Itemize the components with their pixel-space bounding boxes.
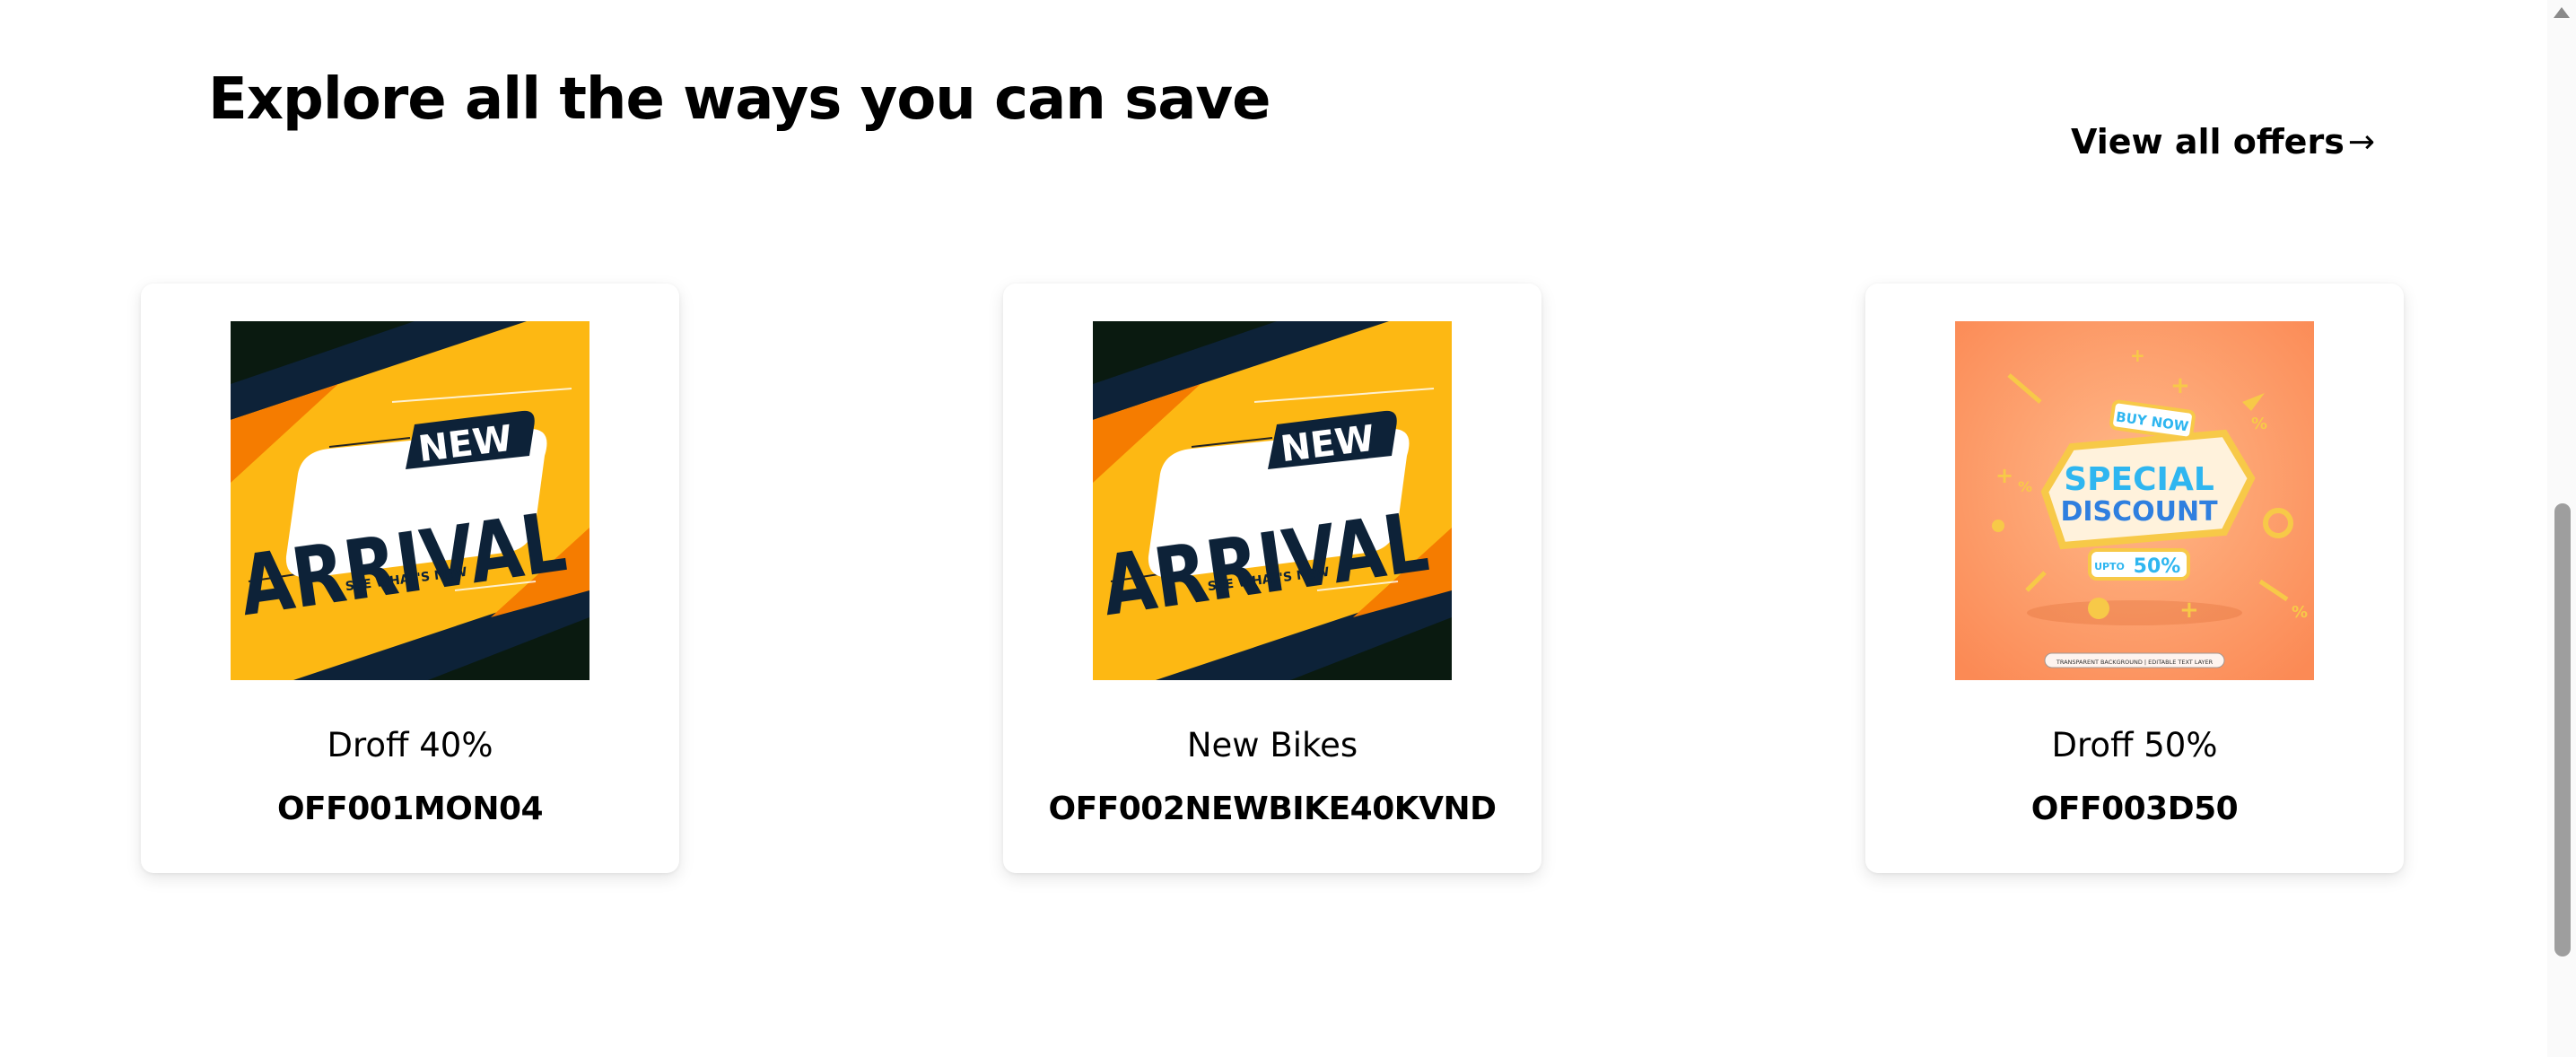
offer-image: NEW ARRIVAL SEE WHAT'S NEW <box>1093 321 1452 680</box>
new-arrival-banner-image: NEW ARRIVAL SEE WHAT'S NEW <box>1093 321 1452 680</box>
svg-text:TRANSPARENT BACKGROUND | EDITA: TRANSPARENT BACKGROUND | EDITABLE TEXT L… <box>2056 659 2214 666</box>
svg-text:UPTO: UPTO <box>2094 561 2125 572</box>
scroll-up-arrow-icon[interactable] <box>2554 7 2570 18</box>
section-title: Explore all the ways you can save <box>208 66 1271 133</box>
view-all-offers-link[interactable]: View all offers → <box>2071 122 2375 162</box>
offer-name: New Bikes <box>1186 726 1358 764</box>
offer-card[interactable]: NEW ARRIVAL SEE WHAT'S NEW Droff 40% OFF… <box>141 284 679 873</box>
svg-text:%: % <box>2251 415 2267 433</box>
arrow-right-icon: → <box>2347 123 2375 161</box>
offer-image: BUY NOW SPECIAL DISCOUNT UPTO 50% + + + … <box>1955 321 2314 680</box>
svg-text:%: % <box>2018 478 2032 495</box>
offer-name: Droff 50% <box>2051 726 2218 764</box>
offer-card[interactable]: BUY NOW SPECIAL DISCOUNT UPTO 50% + + + … <box>1865 284 2404 873</box>
svg-text:DISCOUNT: DISCOUNT <box>2060 496 2218 528</box>
svg-text:+: + <box>2179 597 2199 624</box>
svg-text:%: % <box>2292 603 2308 622</box>
offers-page: Explore all the ways you can save View a… <box>0 0 2576 1057</box>
offer-image: NEW ARRIVAL SEE WHAT'S NEW <box>231 321 589 680</box>
vertical-scrollbar[interactable] <box>2547 0 2576 1057</box>
offer-code: OFF001MON04 <box>276 791 544 827</box>
svg-text:+: + <box>2130 345 2145 366</box>
svg-text:+: + <box>1995 463 2013 488</box>
offer-code: OFF002NEWBIKE40KVND <box>1048 791 1497 827</box>
offer-name: Droff 40% <box>327 726 493 764</box>
special-discount-banner-image: BUY NOW SPECIAL DISCOUNT UPTO 50% + + + … <box>1955 321 2314 680</box>
offer-code: OFF003D50 <box>2030 791 2239 827</box>
svg-text:+: + <box>2170 372 2190 399</box>
offer-card[interactable]: NEW ARRIVAL SEE WHAT'S NEW New Bikes OFF… <box>1003 284 1541 873</box>
svg-text:SPECIAL: SPECIAL <box>2064 461 2214 498</box>
view-all-offers-label: View all offers <box>2071 122 2345 162</box>
scrollbar-thumb[interactable] <box>2554 503 2571 957</box>
svg-text:50%: 50% <box>2134 555 2181 578</box>
new-arrival-banner-image: NEW ARRIVAL SEE WHAT'S NEW <box>231 321 589 680</box>
